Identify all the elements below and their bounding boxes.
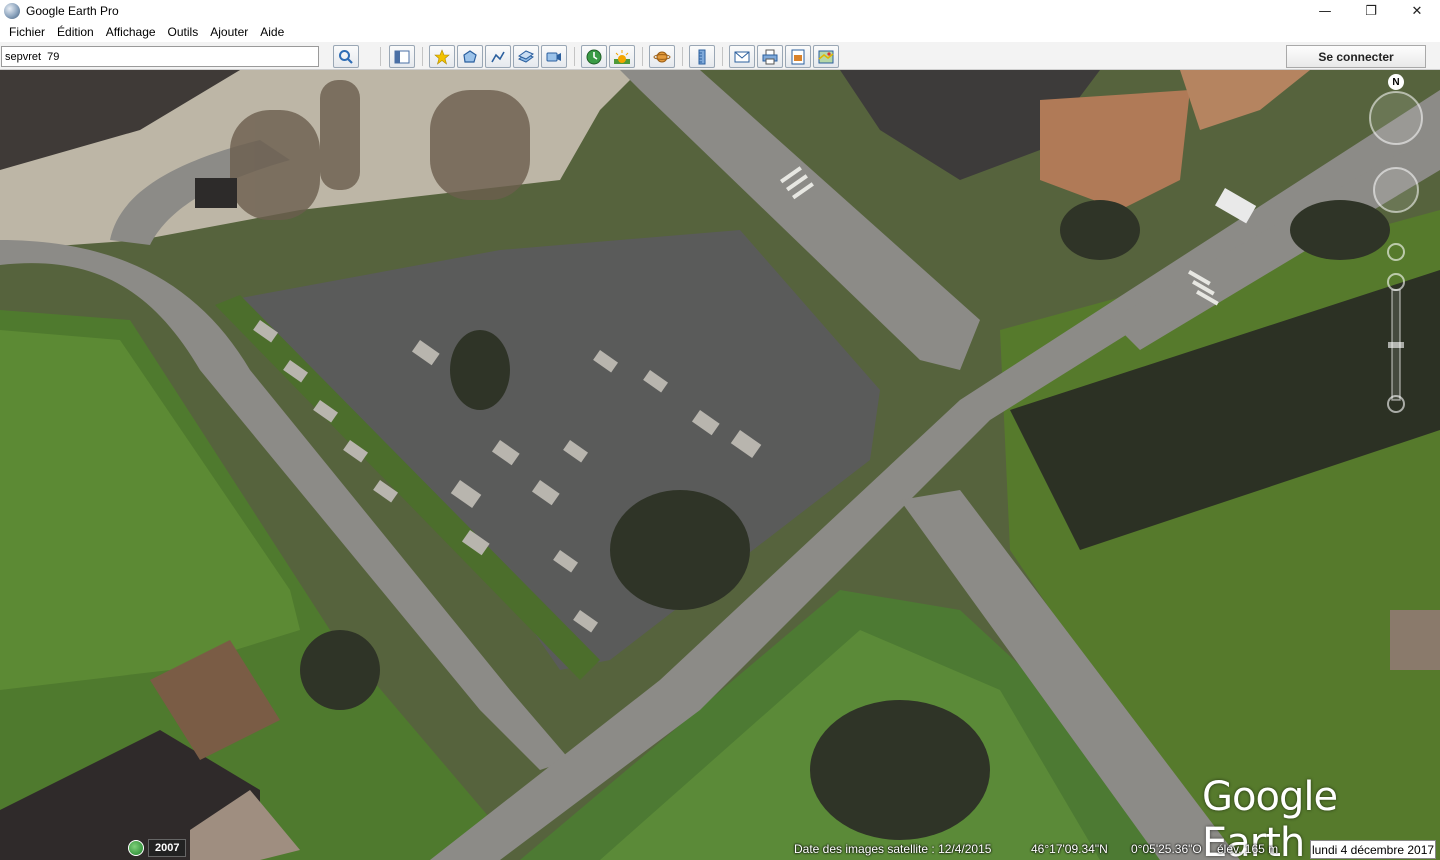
placemark-icon (434, 48, 450, 65)
elevation-readout: élév. 165 m (1217, 842, 1279, 856)
navigation-controls (1369, 91, 1423, 413)
menu-affichage[interactable]: Affichage (100, 25, 162, 39)
window-controls: — ❐ ✕ (1302, 0, 1440, 22)
polygon-icon (463, 49, 477, 63)
look-control[interactable] (1369, 91, 1423, 145)
sign-in-button[interactable]: Se connecter (1286, 45, 1426, 68)
planets-button[interactable] (649, 45, 675, 68)
add-image-overlay-button[interactable] (513, 45, 539, 68)
view-in-maps-button[interactable] (813, 45, 839, 68)
email-button[interactable] (729, 45, 755, 68)
menu-bar: Fichier Édition Affichage Outils Ajouter… (0, 22, 1440, 42)
satellite-imagery[interactable] (0, 70, 1440, 860)
path-icon (491, 51, 505, 62)
sunlight-button[interactable] (609, 45, 635, 68)
save-image-icon (791, 49, 805, 64)
sidebar-toggle-button[interactable] (389, 45, 415, 68)
zoom-slider-handle[interactable] (1388, 342, 1404, 348)
move-control[interactable] (1373, 167, 1419, 213)
historical-year: 2007 (148, 839, 187, 857)
menu-aide[interactable]: Aide (254, 25, 290, 39)
search-button[interactable] (333, 45, 359, 68)
imagery-date: Date des images satellite : 12/4/2015 (794, 842, 992, 856)
add-path-button[interactable] (485, 45, 511, 68)
window-title: Google Earth Pro (26, 4, 119, 18)
planets-icon (653, 51, 671, 62)
latitude-readout: 46°17'09.34"N (1031, 842, 1108, 856)
close-button[interactable]: ✕ (1394, 0, 1440, 22)
add-polygon-button[interactable] (457, 45, 483, 68)
menu-ajouter[interactable]: Ajouter (204, 25, 254, 39)
historical-imagery-icon (586, 49, 602, 64)
historical-clock-icon (128, 840, 144, 856)
street-view-icon[interactable] (1387, 243, 1405, 261)
record-tour-icon (546, 52, 561, 61)
map-viewport[interactable]: N Google Earth (0, 70, 1440, 860)
minimize-button[interactable]: — (1302, 0, 1348, 22)
add-placemark-button[interactable] (429, 45, 455, 68)
compass-north-icon[interactable]: N (1388, 74, 1404, 90)
zoom-in-icon[interactable] (1387, 273, 1405, 291)
ruler-button[interactable] (689, 45, 715, 68)
longitude-readout: 0°05'25.36"O (1131, 842, 1202, 856)
menu-edition[interactable]: Édition (51, 25, 100, 39)
sidebar-toggle-icon (394, 50, 410, 63)
view-in-maps-icon (818, 50, 834, 63)
record-tour-button[interactable] (541, 45, 567, 68)
google-earth-app-icon (4, 3, 20, 19)
restore-button[interactable]: ❐ (1348, 0, 1394, 22)
menu-fichier[interactable]: Fichier (3, 25, 51, 39)
title-bar: Google Earth Pro — ❐ ✕ (0, 0, 1440, 22)
print-icon (762, 49, 778, 64)
print-button[interactable] (757, 45, 783, 68)
ruler-icon (698, 49, 706, 64)
save-image-button[interactable] (785, 45, 811, 68)
search-icon (339, 49, 353, 64)
historical-imagery-button[interactable] (581, 45, 607, 68)
email-icon (734, 51, 750, 62)
search-input[interactable] (1, 46, 319, 67)
sunlight-icon (614, 49, 630, 64)
toolbar: Se connecter (0, 42, 1440, 70)
image-overlay-icon (518, 49, 534, 63)
menu-outils[interactable]: Outils (162, 25, 205, 39)
system-date: lundi 4 décembre 2017 (1310, 840, 1436, 859)
historical-imagery-indicator[interactable]: 2007 (128, 838, 187, 858)
